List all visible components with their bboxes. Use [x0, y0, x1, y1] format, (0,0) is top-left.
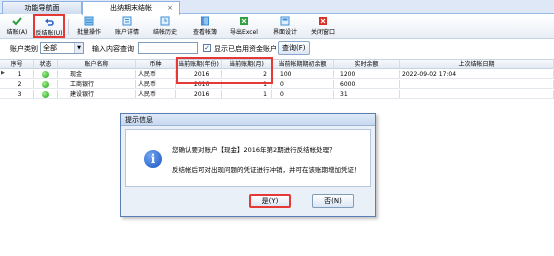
close-account-button[interactable]: 结账(A) [4, 16, 30, 38]
status-ok-icon [42, 71, 49, 78]
tab-label: 出纳期末结帐 [110, 4, 152, 12]
toolbar-label: 批量操作 [76, 29, 101, 36]
query-label: 输入内容查询 [92, 45, 134, 53]
close-window-icon [319, 17, 327, 25]
toolbar-label: 结帐历史 [152, 29, 177, 36]
excel-icon [240, 17, 248, 25]
status-cell [34, 80, 58, 88]
info-icon: i [144, 150, 162, 168]
toolbar-label: 反结账(U) [35, 30, 63, 37]
period-year: 2016 [176, 90, 222, 98]
query-input[interactable] [138, 42, 198, 54]
account-type-value: 全部 [43, 44, 57, 52]
close-window-button[interactable]: 关闭窗口 [306, 16, 340, 38]
row-number: 3 [6, 90, 34, 98]
last-close-date [400, 80, 554, 88]
toolbar-label: 结账(A) [6, 29, 28, 36]
currency: 人民币 [136, 90, 176, 98]
column-header[interactable]: 序号 [0, 60, 34, 68]
opening-balance: 0 [272, 80, 334, 88]
tab-label: 功能导航面 [24, 4, 60, 12]
no-button-label: 否(N) [324, 197, 342, 205]
chevron-down-icon[interactable]: ▼ [74, 43, 83, 53]
reverse-close-button[interactable]: 反结账(U) [33, 14, 65, 38]
column-header[interactable]: 实时余额 [334, 60, 400, 68]
account-type-select[interactable]: 全部 ▼ [40, 42, 84, 54]
history-icon [160, 16, 170, 26]
dialog-body: i 您确认要对账户【现金】2016年第2期进行反结帐处理？ 反结帐后可对出现问题… [125, 129, 371, 187]
checkmark-icon [12, 17, 22, 26]
dialog-hint: 反结帐后可对出现问题的凭证进行冲销，并可在该账期增加凭证！ [172, 166, 361, 174]
toolbar-divider [68, 19, 69, 35]
toolbar-label: 账户详情 [114, 29, 139, 36]
toolbar-label: 界面设计 [272, 29, 297, 36]
account-name: 工商银行 [58, 80, 136, 88]
undo-arrow-icon [45, 18, 54, 26]
grid-header: 序号 状态 账户名称 币种 当前账期(年份) 当前账期(月) 当前帐期期初余额 … [0, 59, 554, 69]
account-detail-button[interactable]: 账户详情 [110, 16, 144, 38]
last-close-date: 2022-09-02 17:04 [400, 70, 554, 78]
dialog-message: 您确认要对账户【现金】2016年第2期进行反结帐处理？ [172, 146, 336, 154]
filter-bar: 账户类别 全部 ▼ 输入内容查询 ✓ 显示已启用资金账户 查询(F) [0, 40, 554, 57]
period-columns-highlight [176, 57, 273, 84]
currency: 人民币 [136, 80, 176, 88]
column-header[interactable]: 状态 [34, 60, 58, 68]
opening-balance: 0 [272, 90, 334, 98]
column-header[interactable]: 上次结帐日期 [400, 60, 554, 68]
view-ledger-button[interactable]: 查看帐簿 [188, 16, 222, 38]
account-name: 现金 [58, 70, 136, 78]
export-excel-button[interactable]: 导出Excel [226, 16, 262, 38]
account-name: 建设银行 [58, 90, 136, 98]
status-ok-icon [42, 91, 49, 98]
tab-function-nav[interactable]: 功能导航面 [2, 1, 82, 14]
toolbar-label: 导出Excel [230, 29, 258, 36]
realtime-balance: 31 [334, 90, 400, 98]
toolbar: 结账(A) 反结账(U) 批量操作 账户详情 结帐历史 查看帐簿 导出Excel… [0, 14, 554, 39]
row-pointer-icon: ▶ [1, 70, 5, 76]
toolbar-label: 关闭窗口 [310, 29, 335, 36]
status-cell [34, 90, 58, 98]
tab-period-close[interactable]: 出纳期末结帐 × [82, 1, 180, 15]
status-cell [34, 70, 58, 78]
ledger-icon [201, 16, 209, 26]
realtime-balance: 6000 [334, 80, 400, 88]
no-button[interactable]: 否(N) [312, 194, 354, 208]
period-month: 1 [222, 90, 272, 98]
query-button-label: 查询(F) [282, 44, 306, 52]
yes-button-label: 是(Y) [261, 197, 279, 205]
column-header[interactable]: 当前帐期期初余额 [272, 60, 334, 68]
row-number: 2 [6, 80, 34, 88]
batch-icon [84, 16, 94, 26]
row-number: 1 [6, 70, 34, 78]
toolbar-label: 查看帐簿 [192, 29, 217, 36]
close-history-button[interactable]: 结帐历史 [148, 16, 182, 38]
show-enabled-checkbox[interactable]: ✓ [203, 44, 211, 52]
table-row[interactable]: 3 建设银行 人民币 2016 1 0 31 [0, 90, 554, 99]
batch-operation-button[interactable]: 批量操作 [72, 16, 106, 38]
tab-bar: 功能导航面 出纳期末结帐 × [0, 0, 554, 15]
design-icon [280, 16, 290, 26]
realtime-balance: 1200 [334, 70, 400, 78]
account-type-label: 账户类别 [10, 45, 38, 53]
last-close-date [400, 90, 554, 98]
table-row[interactable]: 2 工商银行 人民币 2016 1 0 6000 [0, 80, 554, 89]
column-header[interactable]: 币种 [136, 60, 176, 68]
yes-button[interactable]: 是(Y) [249, 194, 291, 208]
currency: 人民币 [136, 70, 176, 78]
column-header[interactable]: 账户名称 [58, 60, 136, 68]
opening-balance: 100 [272, 70, 334, 78]
table-row[interactable]: ▶ 1 现金 人民币 2016 2 100 1200 2022-09-02 17… [0, 70, 554, 79]
query-button[interactable]: 查询(F) [278, 41, 310, 55]
status-ok-icon [42, 81, 49, 88]
interface-design-button[interactable]: 界面设计 [268, 16, 302, 38]
account-detail-icon [122, 16, 132, 26]
dialog-title: 提示信息 [121, 114, 375, 126]
show-enabled-label: 显示已启用资金账户 [214, 45, 277, 53]
confirm-dialog: 提示信息 i 您确认要对账户【现金】2016年第2期进行反结帐处理？ 反结帐后可… [120, 113, 376, 217]
close-icon[interactable]: × [167, 2, 173, 14]
